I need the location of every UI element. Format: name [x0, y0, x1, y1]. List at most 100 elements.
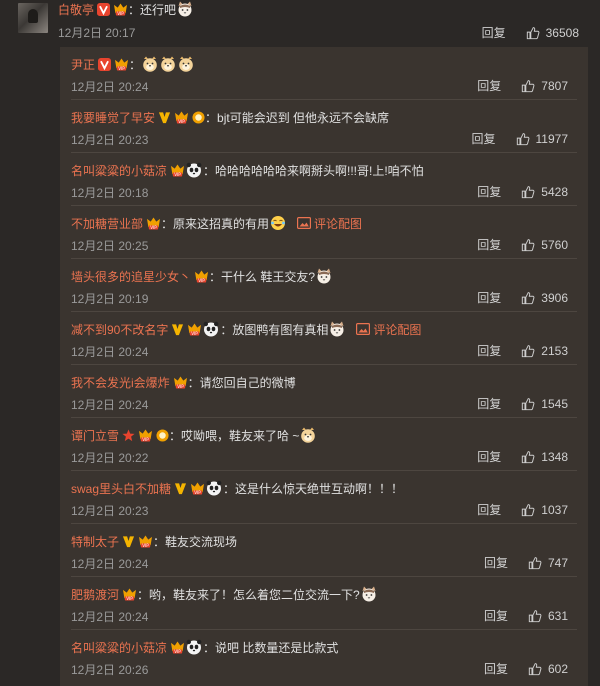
- like-count: 747: [547, 555, 568, 570]
- reply-date: 12月2日 20:24: [71, 610, 149, 624]
- reply-button[interactable]: 回复: [477, 236, 501, 253]
- thumbs-up-icon[interactable]: [528, 662, 542, 676]
- reply-date: 12月2日 20:24: [71, 345, 149, 359]
- fan-badge-icon: [192, 111, 205, 124]
- top-comment: 白敬亭 ：还行吧 12月2日 20:17 回复 36508: [0, 0, 600, 48]
- username[interactable]: 谭门立雪: [71, 427, 119, 444]
- thumbs-up-icon[interactable]: [521, 238, 535, 252]
- username[interactable]: 肥鹅渡河: [71, 586, 119, 603]
- thumbs-up-icon[interactable]: [521, 503, 535, 517]
- reply-button[interactable]: 回复: [477, 501, 501, 518]
- comment-image-link[interactable]: 评论配图: [356, 321, 421, 338]
- doge-emoji-icon: [178, 56, 194, 72]
- comment-actions: 回复 36508: [482, 24, 579, 41]
- username[interactable]: 不加糖营业部: [71, 215, 143, 232]
- reply-button[interactable]: 回复: [484, 660, 508, 677]
- cat-emoji-icon: [329, 321, 345, 337]
- thumbs-up-icon[interactable]: [528, 609, 542, 623]
- verified-red-v-icon: [98, 58, 111, 71]
- vip-crown-icon: [173, 376, 188, 389]
- reply-date: 12月2日 20:23: [71, 504, 149, 518]
- vip-crown-icon: [122, 588, 137, 601]
- cat-emoji-icon: [361, 586, 377, 602]
- comment-line: 白敬亭 ：还行吧: [58, 1, 194, 17]
- comment-image-link[interactable]: 评论配图: [297, 215, 362, 232]
- reply-text: ：干什么 鞋王交友?: [209, 269, 316, 284]
- username[interactable]: 尹正: [71, 56, 95, 73]
- username[interactable]: 我不会发光i会爆炸: [71, 374, 170, 391]
- thumbs-up-icon[interactable]: [521, 185, 535, 199]
- panda-badge-icon: [186, 162, 202, 178]
- thumbs-up-icon[interactable]: [521, 79, 535, 93]
- reply-date: 12月2日 20:19: [71, 292, 149, 306]
- reply-button[interactable]: 回复: [477, 342, 501, 359]
- reply-text: ：: [129, 57, 142, 72]
- panda-badge-icon: [186, 639, 202, 655]
- vip-crown-icon: [113, 3, 128, 16]
- username[interactable]: 墙头很多的追星少女丶: [71, 268, 191, 285]
- vip-crown-icon: [187, 323, 202, 336]
- username[interactable]: 特制太子: [71, 533, 119, 550]
- panda-badge-icon: [203, 321, 219, 337]
- vip-crown-icon: [190, 482, 205, 495]
- doge-emoji-icon: [142, 56, 158, 72]
- reply-text: ：说吧 比数量还是比款式: [203, 640, 339, 655]
- reply-date: 12月2日 20:24: [71, 80, 149, 94]
- like-count: 1348: [541, 449, 568, 464]
- reply-item: 名叫粱粱的小菇凉 ：哈哈哈哈哈哈来啊掰头啊!!!哥!上!咱不怕 12月2日 20…: [60, 153, 588, 206]
- thumbs-up-icon[interactable]: [528, 556, 542, 570]
- reply-item: 肥鹅渡河 ：哟，鞋友来了！怎么着您二位交流一下? 12月2日 20:24 回复 …: [60, 577, 588, 630]
- username[interactable]: swag里头白不加糖: [71, 480, 171, 497]
- reply-button[interactable]: 回复: [477, 77, 501, 94]
- doge-emoji-icon: [160, 56, 176, 72]
- like-count: 1545: [541, 396, 568, 411]
- verified-yellow-v-icon: [158, 111, 171, 124]
- avatar[interactable]: [18, 3, 48, 33]
- username[interactable]: 白敬亭: [58, 1, 94, 18]
- reply-text: ：哈哈哈哈哈哈来啊掰头啊!!!哥!上!咱不怕: [203, 163, 424, 178]
- reply-button[interactable]: 回复: [482, 24, 506, 41]
- reply-text: ：请您回自己的微博: [187, 375, 296, 390]
- reply-button[interactable]: 回复: [484, 607, 508, 624]
- reply-date: 12月2日 20:24: [71, 398, 149, 412]
- reply-item: 我不会发光i会爆炸 ：请您回自己的微博 12月2日 20:24 回复 1545: [60, 365, 588, 418]
- reply-item: 墙头很多的追星少女丶 ：干什么 鞋王交友? 12月2日 20:19 回复 390…: [60, 259, 588, 312]
- laugh-cry-emoji-icon: [270, 215, 286, 231]
- reply-button[interactable]: 回复: [477, 448, 501, 465]
- username[interactable]: 我要睡觉了早安: [71, 109, 155, 126]
- reply-button[interactable]: 回复: [484, 554, 508, 571]
- thumbs-up-icon[interactable]: [521, 291, 535, 305]
- reply-button[interactable]: 回复: [477, 183, 501, 200]
- thumbs-up-icon[interactable]: [521, 397, 535, 411]
- username[interactable]: 名叫粱粱的小菇凉: [71, 162, 167, 179]
- like-count: 602: [547, 661, 568, 676]
- vip-crown-icon: [138, 535, 153, 548]
- username[interactable]: 名叫粱粱的小菇凉: [71, 639, 167, 656]
- reply-date: 12月2日 20:23: [71, 133, 149, 147]
- cat-emoji-icon: [177, 1, 193, 17]
- reply-date: 12月2日 20:25: [71, 239, 149, 253]
- comment-text: ：还行吧: [128, 2, 177, 17]
- reply-date: 12月2日 20:22: [71, 451, 149, 465]
- verified-yellow-v-icon: [174, 482, 187, 495]
- reply-button[interactable]: 回复: [477, 289, 501, 306]
- reply-text: ：bjt可能会迟到 但他永远不会缺席: [205, 110, 390, 125]
- verified-yellow-v-icon: [171, 323, 184, 336]
- comment-date: 12月2日 20:17: [58, 26, 136, 40]
- reply-button[interactable]: 回复: [472, 130, 496, 147]
- username[interactable]: 减不到90不改名字: [71, 321, 168, 338]
- vip-crown-icon: [146, 217, 161, 230]
- doge-emoji-icon: [300, 427, 316, 443]
- reply-text: ：原来这招真的有用: [161, 216, 270, 231]
- verified-yellow-v-icon: [122, 535, 135, 548]
- thumbs-up-icon[interactable]: [526, 26, 540, 40]
- reply-item: 我要睡觉了早安 ：bjt可能会迟到 但他永远不会缺席 12月2日 20:23 回…: [60, 100, 588, 153]
- thumbs-up-icon[interactable]: [521, 450, 535, 464]
- reply-date: 12月2日 20:18: [71, 186, 149, 200]
- reply-item: swag里头白不加糖 ：这是什么惊天绝世互动啊！！！ 12月2日 20:23 回…: [60, 471, 588, 524]
- like-count: 36508: [545, 25, 579, 40]
- reply-button[interactable]: 回复: [477, 395, 501, 412]
- thumbs-up-icon[interactable]: [516, 132, 530, 146]
- comment-image-label: 评论配图: [314, 216, 363, 231]
- thumbs-up-icon[interactable]: [521, 344, 535, 358]
